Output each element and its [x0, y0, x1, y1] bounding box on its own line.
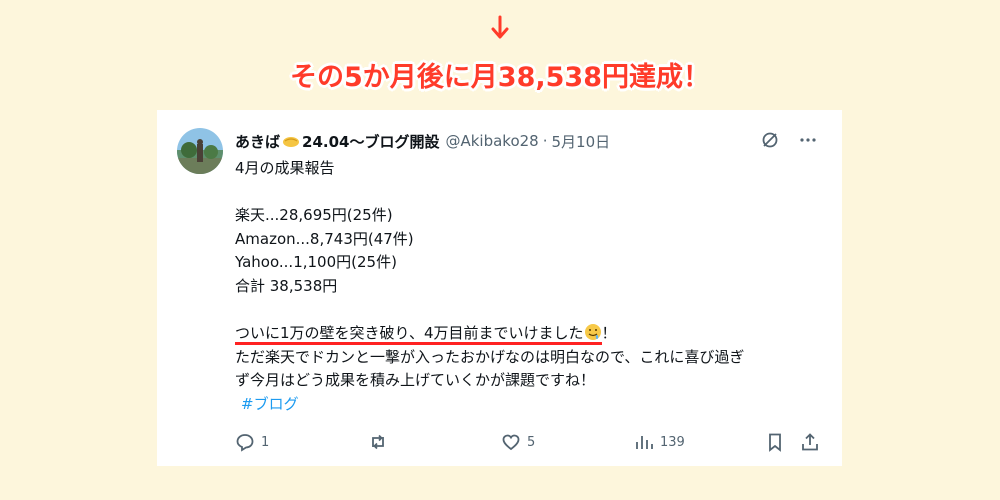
hashtag-link[interactable]: #ブログ	[241, 395, 299, 413]
avatar[interactable]	[177, 128, 223, 174]
more-options-icon[interactable]	[798, 130, 818, 150]
share-button[interactable]	[800, 430, 820, 454]
hands-emoji-icon	[283, 137, 300, 147]
body-line: Amazon...8,743円(47件)	[235, 229, 414, 248]
views-button[interactable]: 139	[634, 430, 685, 454]
tweet-date[interactable]: 5月10日	[552, 131, 611, 152]
body-line: ず今月はどう成果を積み上げていくかが課題ですね！	[235, 371, 596, 390]
views-chart-icon	[636, 436, 653, 449]
like-count: 5	[527, 434, 536, 450]
repost-icon	[372, 434, 384, 450]
share-icon	[802, 433, 818, 451]
tweet-body: 4月の成果報告 楽天...28,695円(25件) Amazon...8,743…	[235, 157, 825, 417]
body-line: 楽天...28,695円(25件)	[235, 206, 393, 225]
body-line: 合計 38,538円	[235, 276, 338, 295]
views-count: 139	[660, 434, 685, 450]
tweet-header: あきば 24.04〜ブログ開設 @Akibako28 · 5月10日	[235, 130, 610, 152]
highlighted-text: ついに1万の壁を突き破り、4万目前までいけました	[235, 324, 602, 346]
tweet-actions: 1 5 139	[235, 430, 825, 454]
reply-count: 1	[261, 434, 270, 450]
repost-button[interactable]	[368, 430, 388, 454]
bookmark-icon	[769, 433, 781, 452]
drooling-face-emoji-icon	[584, 324, 601, 341]
reply-icon	[236, 434, 254, 452]
grok-icon[interactable]	[760, 130, 780, 150]
reply-button[interactable]: 1	[235, 430, 269, 454]
handle[interactable]: @Akibako28	[445, 132, 538, 150]
hashtag-line: #ブログ	[235, 393, 825, 417]
body-line: ただ楽天でドカンと一撃が入ったおかげなのは明白なので、これに喜び過ぎ	[235, 347, 745, 366]
headline: その5か月後に月38,538円達成！	[290, 62, 710, 93]
tweet-card: あきば 24.04〜ブログ開設 @Akibako28 · 5月10日 4月の成果…	[157, 110, 842, 466]
display-name-suffix: 24.04〜ブログ開設	[302, 132, 440, 151]
header-actions	[760, 130, 818, 150]
body-line: Yahoo...1,100円(25件)	[235, 253, 397, 272]
separator: ·	[542, 132, 548, 150]
down-arrow-icon	[491, 15, 509, 39]
display-name-text: あきば	[235, 132, 281, 151]
like-button[interactable]: 5	[501, 430, 535, 454]
display-name[interactable]: あきば 24.04〜ブログ開設	[235, 131, 439, 152]
heart-icon	[502, 434, 520, 451]
highlight-line: ついに1万の壁を突き破り、4万目前までいけました！	[235, 322, 825, 346]
body-line: 4月の成果報告	[235, 159, 335, 177]
bookmark-button[interactable]	[765, 430, 785, 454]
